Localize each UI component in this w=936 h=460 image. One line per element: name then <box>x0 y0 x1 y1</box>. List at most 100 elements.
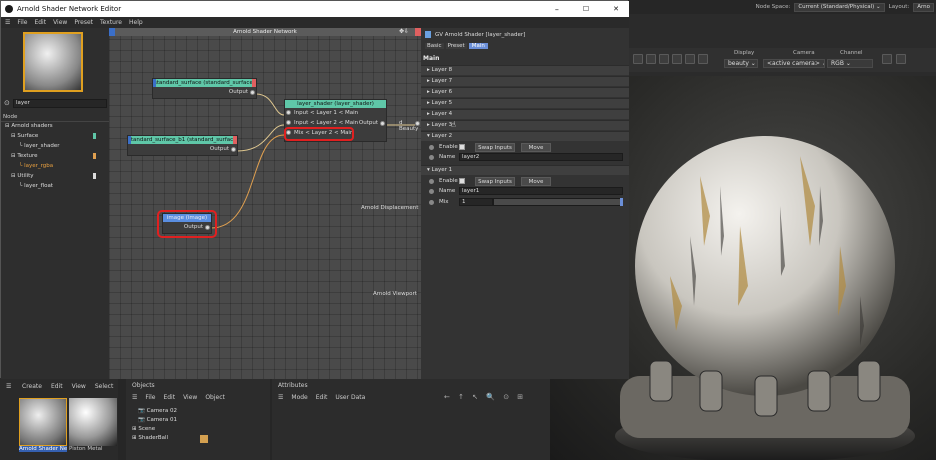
node-standard-surface-output-port[interactable] <box>250 90 255 95</box>
save-image-icon[interactable] <box>882 54 892 64</box>
material-menu-edit[interactable]: Edit <box>51 383 63 390</box>
node-standard-surface-b1[interactable]: standard_surface_b1 (standard_surface) O… <box>127 135 238 156</box>
material-menu-create[interactable]: Create <box>22 383 42 390</box>
tree-arnold-shaders[interactable]: ⊟ Arnold shaders <box>5 123 53 129</box>
maximize-button[interactable]: ☐ <box>583 5 589 13</box>
layer-5-row[interactable]: ▸ Layer 5 <box>421 98 629 108</box>
tab-basic[interactable]: Basic <box>425 43 444 49</box>
node-graph-canvas[interactable]: Arnold Shader Network ✥⇩ standard_surfac… <box>109 28 421 379</box>
node-layer-shader-title: layer_shader (layer_shader) <box>285 100 386 108</box>
layer2-enable-label: Enable <box>439 144 458 150</box>
tree-utility[interactable]: ⊟ Utility <box>11 173 34 179</box>
object-row-scene[interactable]: ⊞ Scene <box>132 426 155 432</box>
material-manager: ☰ Create Edit View Select Arnold Shader … <box>0 378 118 460</box>
layer-6-row[interactable]: ▸ Layer 6 <box>421 87 629 97</box>
arnold-logo-icon <box>425 31 431 38</box>
menu-edit[interactable]: Edit <box>34 19 46 26</box>
material-menu-icon[interactable]: ☰ <box>6 383 11 390</box>
layer1-mix-field[interactable]: 1 <box>459 198 493 206</box>
layer-2-row[interactable]: ▾ Layer 2 <box>421 131 629 141</box>
layer1-mix-animate-icon[interactable] <box>429 200 434 205</box>
objects-title: Objects <box>132 382 155 389</box>
layer-1-row[interactable]: ▾ Layer 1 <box>421 165 629 175</box>
material-thumbnail-piston[interactable] <box>69 398 117 446</box>
bottom-panels: ☰ Create Edit View Select Arnold Shader … <box>0 378 550 460</box>
tab-preset[interactable]: Preset <box>445 43 467 49</box>
render-settings-icon[interactable] <box>646 54 656 64</box>
hamburger-icon[interactable]: ☰ <box>5 19 10 26</box>
layer2-name-label: Name <box>439 154 456 160</box>
material-menu-select[interactable]: Select <box>95 383 114 390</box>
node-search-input[interactable]: layer <box>13 99 107 108</box>
shader-preview-thumbnail[interactable] <box>23 32 83 92</box>
node-standard-surface-b1-output-port[interactable] <box>231 147 236 152</box>
tree-layer-rgba[interactable]: └ layer_rgba <box>19 163 53 169</box>
layer2-name-field[interactable]: layer2 <box>459 153 623 161</box>
input-port-layer1[interactable] <box>286 110 291 115</box>
node-layer-shader-output-port[interactable] <box>380 121 385 126</box>
attributes-menu-icon[interactable]: ☰ <box>278 394 283 401</box>
objects-menu-file[interactable]: File <box>145 394 155 401</box>
object-row-camera01[interactable]: 📷 Camera 01 <box>138 417 177 423</box>
attributes-menu-userdata[interactable]: User Data <box>335 394 365 401</box>
layer-4-row[interactable]: ▸ Layer 4 <box>421 109 629 119</box>
objects-menu-edit[interactable]: Edit <box>163 394 175 401</box>
attributes-menu-edit[interactable]: Edit <box>316 394 328 401</box>
layer2-name-animate-icon[interactable] <box>429 155 434 160</box>
layer1-enable-checkbox[interactable] <box>459 178 465 184</box>
layer2-enable-checkbox[interactable] <box>459 144 465 150</box>
camera-snapshot-icon[interactable] <box>896 54 906 64</box>
node-standard-surface-b1-title: standard_surface_b1 (standard_surface) <box>128 136 237 144</box>
tree-layer-float[interactable]: └ layer_float <box>19 183 53 189</box>
attributes-menu-mode[interactable]: Mode <box>291 394 307 401</box>
objects-menu-object[interactable]: Object <box>205 394 225 401</box>
layer2-move-button[interactable]: Move <box>521 143 551 152</box>
display-dropdown[interactable]: beauty ⌄ <box>724 59 758 68</box>
layer1-enable-animate-icon[interactable] <box>429 179 434 184</box>
menu-preset[interactable]: Preset <box>74 19 93 26</box>
material-tag-icon[interactable] <box>200 435 208 443</box>
menu-texture[interactable]: Texture <box>100 19 122 26</box>
objects-menu-view[interactable]: View <box>183 394 197 401</box>
layout-dropdown[interactable]: Arno <box>913 2 934 12</box>
attributes-header: GV Arnold Shader [layer_shader] <box>435 32 526 38</box>
layer1-mix-slider-handle[interactable] <box>620 198 623 206</box>
tree-texture[interactable]: ⊟ Texture <box>11 153 38 159</box>
layer2-enable-animate-icon[interactable] <box>429 145 434 150</box>
tree-layer-shader[interactable]: └ layer_shader <box>19 143 59 149</box>
snapshot-icon[interactable] <box>685 54 695 64</box>
object-row-shaderball[interactable]: ⊞ ShaderBall <box>132 435 168 441</box>
image-node-highlight <box>157 210 217 238</box>
node-space-dropdown[interactable]: Current (Standard/Physical) ⌄ <box>794 2 885 12</box>
region-icon[interactable] <box>672 54 682 64</box>
camera-dropdown[interactable]: <active camera> ⌄ <box>763 59 825 68</box>
crop-icon[interactable] <box>659 54 669 64</box>
close-button[interactable]: ✕ <box>613 5 619 13</box>
layer-8-row[interactable]: ▸ Layer 8 <box>421 65 629 75</box>
menu-help[interactable]: Help <box>129 19 143 26</box>
beauty-output-port[interactable] <box>415 121 420 126</box>
minimize-button[interactable]: – <box>555 5 559 14</box>
material-thumbnail-arnold[interactable] <box>19 398 67 446</box>
layer1-swap-inputs-button[interactable]: Swap Inputs <box>475 177 515 186</box>
tab-main[interactable]: Main <box>468 43 488 49</box>
layer-7-row[interactable]: ▸ Layer 7 <box>421 76 629 86</box>
layer2-swap-inputs-button[interactable]: Swap Inputs <box>475 143 515 152</box>
text-overlay-icon[interactable] <box>698 54 708 64</box>
menu-view[interactable]: View <box>53 19 67 26</box>
attributes-nav-icons[interactable]: ← ↑ ↖ 🔍 ⊙ ⊞ <box>444 393 526 401</box>
channel-dropdown[interactable]: RGB ⌄ <box>827 59 873 68</box>
material-menu-view[interactable]: View <box>72 383 86 390</box>
objects-menu-icon[interactable]: ☰ <box>132 394 137 401</box>
layer1-name-animate-icon[interactable] <box>429 189 434 194</box>
tree-surface[interactable]: ⊟ Surface <box>11 133 38 139</box>
layer1-name-field[interactable]: layer1 <box>459 187 623 195</box>
layer1-move-button[interactable]: Move <box>521 177 551 186</box>
menu-file[interactable]: File <box>17 19 27 26</box>
arnold-viewport-label: Arnold Viewport <box>373 291 417 297</box>
object-row-camera02[interactable]: 📷 Camera 02 <box>138 408 177 414</box>
layer1-mix-slider[interactable] <box>493 198 623 206</box>
node-standard-surface[interactable]: standard_surface (standard_surface) Outp… <box>152 78 257 99</box>
render-region-icon[interactable] <box>633 54 643 64</box>
input-port-layer2[interactable] <box>286 120 291 125</box>
